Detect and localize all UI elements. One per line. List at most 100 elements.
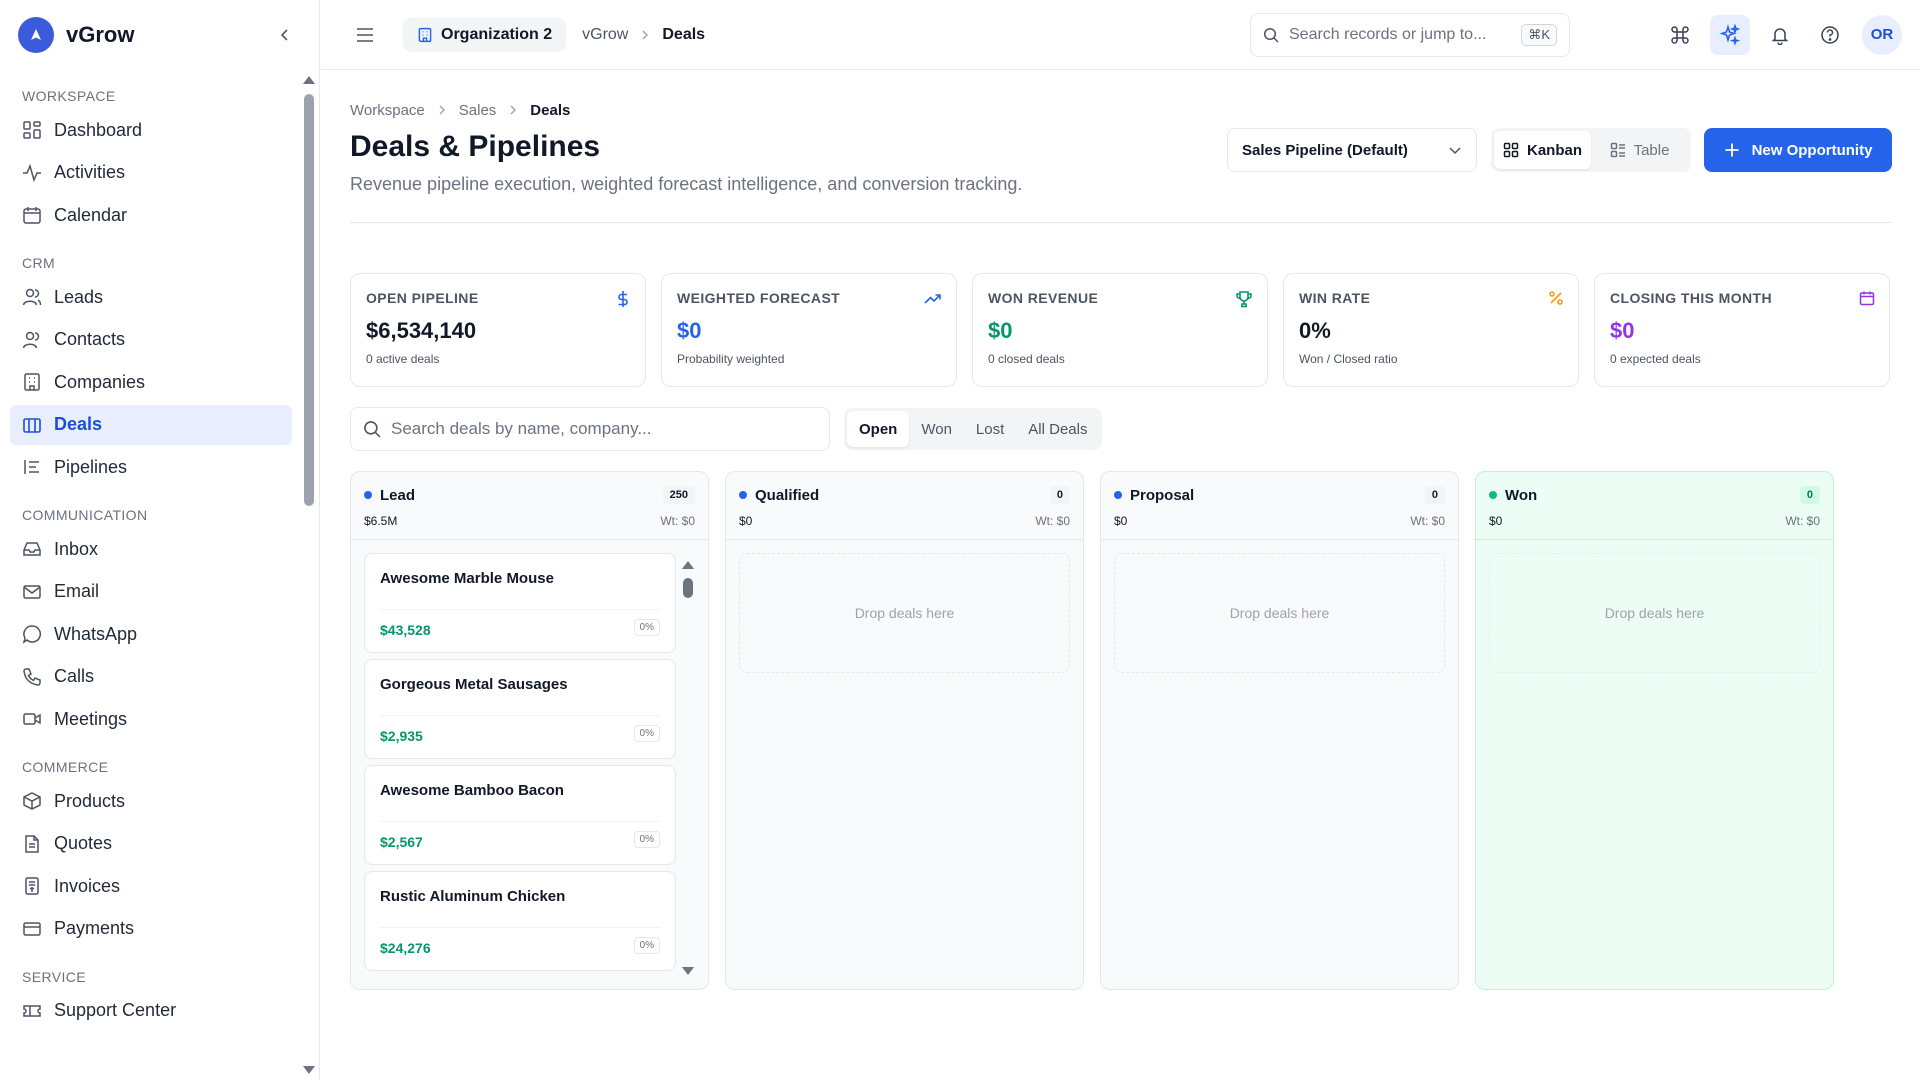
deal-amount: $2,567 — [380, 834, 423, 850]
scroll-down-arrow-icon[interactable] — [682, 967, 694, 975]
sidebar-item-whatsapp[interactable]: WhatsApp — [10, 614, 292, 654]
column-title: Lead — [380, 486, 416, 504]
column-title: Proposal — [1130, 486, 1195, 504]
deal-card[interactable]: Awesome Marble Mouse $43,528 0% — [364, 553, 676, 653]
column-title: Won — [1505, 486, 1538, 504]
command-icon — [1671, 25, 1689, 44]
bell-icon — [1771, 27, 1789, 45]
deal-search-input[interactable] — [391, 419, 817, 439]
sidebar-item-products[interactable]: Products — [10, 781, 292, 821]
drop-zone[interactable]: Drop deals here — [739, 553, 1070, 673]
dollar-icon — [615, 290, 631, 308]
chevron-left-icon — [280, 29, 288, 41]
top-breadcrumb-app[interactable]: vGrow — [582, 26, 628, 44]
sidebar-item-activities[interactable]: Activities — [10, 153, 292, 193]
column-weighted: Wt: $0 — [660, 514, 695, 528]
credit-card-icon — [22, 919, 42, 939]
ai-assistant-button[interactable] — [1710, 14, 1750, 55]
breadcrumb-sales[interactable]: Sales — [459, 102, 497, 119]
sidebar-item-calendar[interactable]: Calendar — [10, 195, 292, 235]
organization-switcher[interactable]: Organization 2 — [403, 17, 567, 52]
help-button[interactable] — [1810, 15, 1850, 55]
drop-zone[interactable]: Drop deals here — [1114, 553, 1445, 673]
collapse-sidebar-button[interactable] — [273, 23, 297, 47]
drop-zone[interactable]: Drop deals here — [1489, 553, 1820, 673]
header-divider — [350, 222, 1892, 223]
kanban-column-qualified: Qualified 0 $0 Wt: $0 Drop deals here — [725, 471, 1084, 990]
deal-card[interactable]: Gorgeous Metal Sausages $2,935 0% — [364, 659, 676, 759]
breadcrumb: Workspace Sales Deals — [350, 100, 1892, 120]
menu-button[interactable] — [351, 21, 379, 49]
sidebar-item-pipelines[interactable]: Pipelines — [10, 447, 292, 487]
column-count-badge: 0 — [1799, 486, 1820, 504]
calendar-icon — [1859, 290, 1875, 306]
tab-won[interactable]: Won — [909, 411, 964, 447]
global-search[interactable]: ⌘K — [1250, 12, 1570, 57]
calendar-icon — [22, 205, 42, 225]
sidebar-item-leads[interactable]: Leads — [10, 277, 292, 317]
tab-all-deals[interactable]: All Deals — [1016, 411, 1099, 447]
new-opportunity-button[interactable]: New Opportunity — [1704, 128, 1892, 172]
chevron-down-icon — [1449, 147, 1461, 155]
column-total: $0 — [1114, 514, 1128, 528]
stat-label: CLOSING THIS MONTH — [1610, 290, 1772, 306]
view-table-button[interactable]: Table — [1591, 131, 1688, 169]
pipeline-select[interactable]: Sales Pipeline (Default) — [1227, 128, 1477, 172]
stat-card-weighted-forecast: WEIGHTED FORECAST $0 Probability weighte… — [661, 273, 957, 387]
sidebar-item-companies[interactable]: Companies — [10, 362, 292, 402]
global-search-input[interactable] — [1289, 25, 1522, 44]
sidebar-item-contacts[interactable]: Contacts — [10, 320, 292, 360]
search-icon — [1263, 27, 1279, 43]
sidebar-item-payments[interactable]: Payments — [10, 909, 292, 949]
new-opportunity-label: New Opportunity — [1751, 141, 1873, 159]
tab-lost[interactable]: Lost — [964, 411, 1016, 447]
stat-label: WIN RATE — [1299, 290, 1371, 306]
sidebar-item-invoices[interactable]: Invoices — [10, 866, 292, 906]
pipeline-select-value: Sales Pipeline (Default) — [1242, 141, 1408, 159]
sidebar-item-calls[interactable]: Calls — [10, 657, 292, 697]
column-title: Qualified — [755, 486, 820, 504]
column-scrollbar[interactable] — [681, 553, 695, 979]
command-palette-button[interactable] — [1660, 15, 1700, 55]
inbox-icon — [22, 539, 42, 559]
sidebar-scroll-thumb[interactable] — [304, 94, 314, 506]
stage-dot — [739, 491, 747, 499]
deal-status-tabs: Open Won Lost All Deals — [844, 408, 1103, 450]
sidebar-item-support-center[interactable]: Support Center — [10, 991, 292, 1031]
column-count-badge: 250 — [662, 486, 695, 504]
phone-icon — [22, 667, 42, 687]
scroll-down-arrow-icon[interactable] — [303, 1066, 315, 1074]
view-toggle: Kanban Table — [1491, 128, 1691, 172]
column-scroll-thumb[interactable] — [683, 578, 693, 598]
sidebar-item-meetings[interactable]: Meetings — [10, 699, 292, 739]
user-avatar[interactable]: OR — [1862, 14, 1902, 55]
deal-search[interactable] — [350, 407, 830, 451]
top-breadcrumb-current: Deals — [662, 25, 706, 43]
trending-up-icon — [924, 290, 942, 308]
video-icon — [22, 709, 42, 729]
sidebar-item-dashboard[interactable]: Dashboard — [10, 110, 292, 150]
sidebar-item-email[interactable]: Email — [10, 572, 292, 612]
column-weighted: Wt: $0 — [1410, 514, 1445, 528]
sidebar-item-quotes[interactable]: Quotes — [10, 824, 292, 864]
sidebar-item-label: Quotes — [54, 833, 113, 853]
sidebar-item-inbox[interactable]: Inbox — [10, 529, 292, 569]
stat-card-won-revenue: WON REVENUE $0 0 closed deals — [972, 273, 1268, 387]
brand-logo-icon[interactable] — [18, 17, 54, 53]
view-kanban-button[interactable]: Kanban — [1494, 131, 1591, 169]
breadcrumb-workspace[interactable]: Workspace — [350, 102, 425, 119]
deal-card[interactable]: Awesome Bamboo Bacon $2,567 0% — [364, 765, 676, 865]
sidebar-item-label: Payments — [54, 918, 135, 938]
scroll-up-arrow-icon[interactable] — [682, 561, 694, 569]
sidebar-item-deals[interactable]: Deals — [10, 404, 292, 445]
notifications-button[interactable] — [1760, 15, 1800, 55]
sidebar-item-label: Support Center — [54, 1000, 177, 1020]
deal-amount: $24,276 — [380, 940, 431, 956]
stat-card-closing-this-month: CLOSING THIS MONTH $0 0 expected deals — [1594, 273, 1890, 387]
scroll-up-arrow-icon[interactable] — [303, 76, 315, 84]
tab-open[interactable]: Open — [847, 411, 910, 447]
sidebar-item-label: Companies — [54, 371, 146, 392]
sidebar-nav: WORKSPACE Dashboard Activities Calendar … — [0, 70, 302, 1080]
top-breadcrumb: vGrow Deals — [582, 26, 705, 44]
deal-card[interactable]: Rustic Aluminum Chicken $24,276 0% — [364, 871, 676, 971]
